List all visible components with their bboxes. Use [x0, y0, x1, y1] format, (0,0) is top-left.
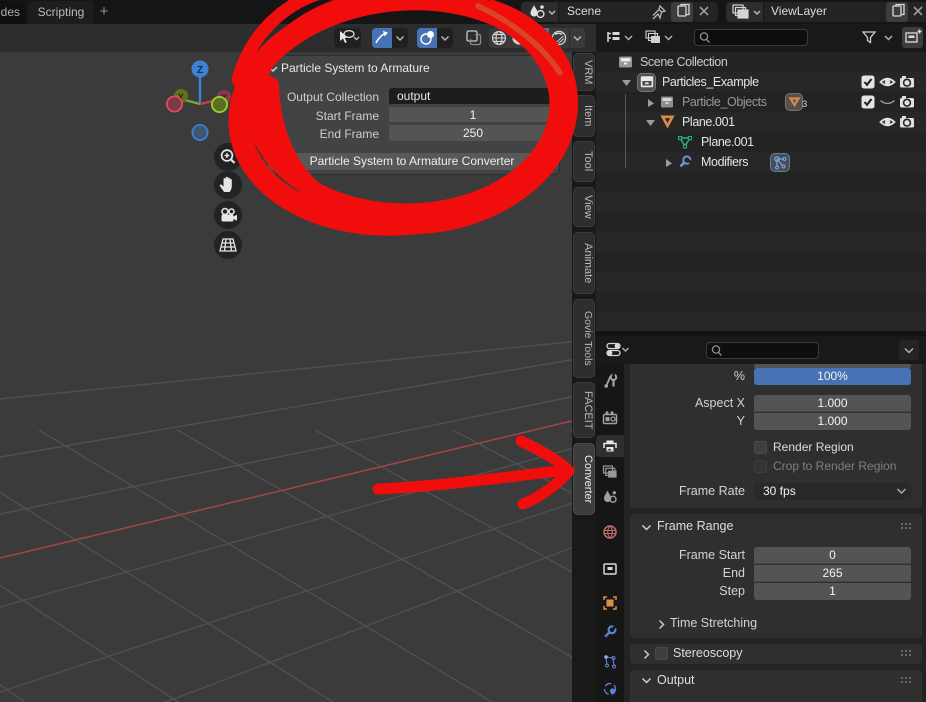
- svg-text:Z: Z: [197, 65, 203, 76]
